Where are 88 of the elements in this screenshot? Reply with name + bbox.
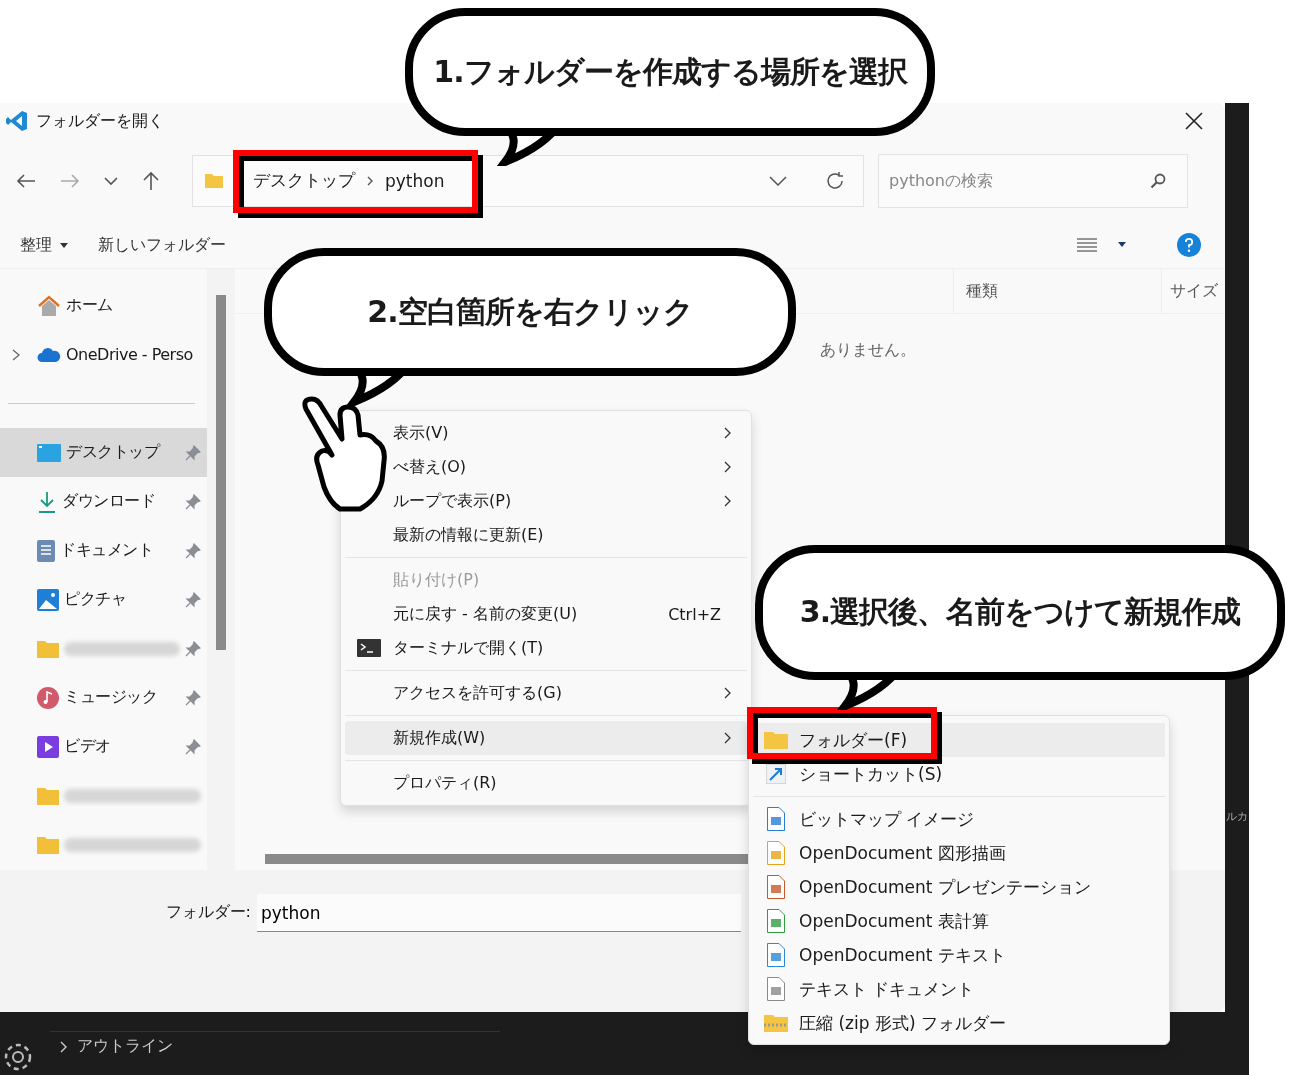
sidebar-item[interactable]: ホーム — [0, 281, 207, 330]
file-icon — [767, 909, 785, 933]
cloud-icon — [37, 346, 61, 363]
chevron-down-icon[interactable] — [104, 175, 118, 186]
menu-item[interactable]: 新規作成(W) — [345, 721, 747, 755]
folder-icon — [37, 835, 59, 854]
refresh-icon[interactable] — [825, 170, 845, 191]
search-field[interactable]: pythonの検索 — [878, 153, 1188, 208]
pin-icon — [185, 542, 201, 559]
menu-item[interactable]: ショートカット(S) — [753, 757, 1165, 791]
menu-item[interactable]: プロパティ(R) — [345, 766, 747, 800]
menu-item[interactable]: テキスト ドキュメント — [753, 972, 1165, 1006]
code-editor-icon — [6, 110, 28, 132]
menu-item[interactable]: ループで表示(P) — [345, 484, 747, 518]
menu-item[interactable]: 最新の情報に更新(E) — [345, 518, 747, 552]
folder-name-field[interactable]: python — [257, 894, 741, 932]
sidebar-item[interactable]: OneDrive - Perso — [0, 330, 207, 379]
empty-message: ありません。 — [820, 340, 917, 361]
file-icon — [767, 841, 785, 865]
terminal-icon — [357, 639, 381, 657]
folder-icon — [37, 639, 59, 658]
chevron-right-icon — [724, 427, 731, 439]
pin-icon — [185, 640, 201, 657]
menu-item[interactable]: アクセスを許可する(G) — [345, 676, 747, 710]
folder-icon — [764, 731, 788, 749]
pin-icon — [185, 444, 201, 461]
panel-section[interactable]: アウトライン — [77, 1036, 173, 1057]
menu-item[interactable]: OpenDocument 図形描画 — [753, 836, 1165, 870]
help-icon[interactable] — [1177, 233, 1201, 257]
organize-menu[interactable]: 整理 — [10, 230, 62, 260]
view-list-icon[interactable] — [1077, 237, 1097, 253]
scrollbar[interactable] — [265, 854, 749, 864]
chevron-right-icon — [724, 687, 731, 699]
up-arrow-icon[interactable] — [142, 170, 160, 191]
background-text: ルカ — [1226, 809, 1248, 824]
desktop-icon — [37, 443, 61, 462]
file-icon — [767, 977, 785, 1001]
menu-item[interactable]: べ替え(O) — [345, 450, 747, 484]
file-icon — [767, 943, 785, 967]
search-icon — [1150, 172, 1166, 189]
address-bar[interactable]: デスクトップ python — [192, 154, 864, 207]
chevron-right-icon — [724, 732, 731, 744]
chevron-right-icon — [724, 461, 731, 473]
folder-icon — [37, 786, 59, 805]
menu-item[interactable]: OpenDocument 表計算 — [753, 904, 1165, 938]
music-icon — [37, 686, 59, 709]
home-icon — [37, 294, 61, 317]
pin-icon — [185, 591, 201, 608]
folder-icon — [205, 173, 223, 188]
menu-item[interactable]: OpenDocument プレゼンテーション — [753, 870, 1165, 904]
menu-item[interactable]: ターミナルで開く(T) — [345, 631, 747, 665]
pin-icon — [185, 738, 201, 755]
new-folder-button[interactable]: 新しいフォルダー — [88, 230, 236, 260]
menu-item[interactable]: 表示(V) — [345, 416, 747, 450]
column-header[interactable]: 種類 — [953, 269, 1161, 313]
caret-icon[interactable] — [1117, 242, 1127, 248]
sidebar-item[interactable]: ダウンロード — [0, 477, 207, 526]
shortcut-arrow-icon — [766, 764, 786, 784]
chevron-right-icon[interactable] — [12, 348, 20, 361]
picture-icon — [37, 588, 59, 611]
file-icon — [767, 807, 785, 831]
sidebar-item[interactable]: ビデオ — [0, 722, 207, 771]
sidebar-item[interactable]: ミュージック — [0, 673, 207, 722]
sidebar-item[interactable]: ピクチャ — [0, 575, 207, 624]
chevron-right-icon — [724, 495, 731, 507]
menu-item[interactable]: 元に戻す - 名前の変更(U) Ctrl+Z — [345, 597, 747, 631]
caret-icon[interactable] — [60, 242, 68, 248]
chevron-down-icon[interactable] — [769, 175, 787, 186]
sidebar-item[interactable]: ドキュメント — [0, 526, 207, 575]
pin-icon — [185, 689, 201, 706]
zip-folder-icon — [764, 1014, 788, 1032]
field-label: フォルダー: — [164, 901, 252, 923]
video-icon — [37, 735, 59, 758]
document-icon — [37, 539, 55, 562]
breadcrumb[interactable]: python — [385, 170, 445, 191]
sidebar-item[interactable]: デスクトップ — [0, 428, 207, 477]
menu-item[interactable]: ビットマップ イメージ — [753, 802, 1165, 836]
menu-item[interactable]: OpenDocument テキスト — [753, 938, 1165, 972]
download-icon — [37, 490, 57, 513]
close-icon[interactable] — [1185, 112, 1203, 130]
scrollbar[interactable] — [207, 269, 235, 870]
menu-item[interactable]: 圧縮 (zip 形式) フォルダー — [753, 1006, 1165, 1040]
file-icon — [767, 875, 785, 899]
back-arrow-icon[interactable] — [16, 172, 36, 189]
pin-icon — [185, 493, 201, 510]
breadcrumb[interactable]: デスクトップ — [253, 169, 355, 192]
chevron-right-icon — [367, 175, 373, 186]
window-title: フォルダーを開く — [36, 110, 164, 132]
